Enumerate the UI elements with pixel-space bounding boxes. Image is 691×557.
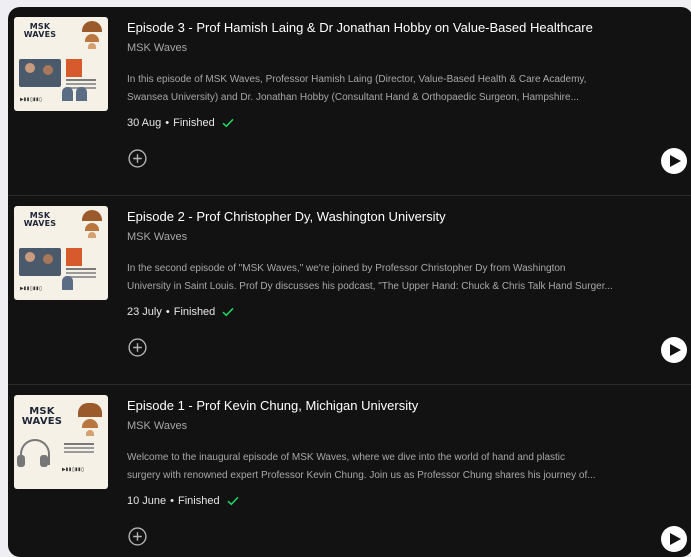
cover-arch-graphic [82, 21, 102, 32]
cover-guest-portraits [62, 276, 102, 292]
check-icon [227, 496, 239, 506]
cover-logo-text: MSK WAVES [21, 406, 63, 427]
cover-waveform: ▶▮▮▯▮▮▯ [62, 466, 84, 473]
episode-title[interactable]: Episode 2 - Prof Christopher Dy, Washing… [127, 209, 446, 224]
cover-logo-text: MSK WAVES [23, 211, 57, 228]
play-button[interactable] [661, 148, 687, 174]
cover-arch-graphic [85, 34, 99, 42]
episode-status: Finished [178, 495, 220, 507]
cover-guest-portraits [62, 87, 102, 103]
meta-separator: • [165, 306, 170, 318]
episode-date: 10 June [127, 495, 167, 507]
cover-text-lines [66, 268, 96, 270]
episode-date: 23 July [127, 306, 162, 318]
description-line: Welcome to the inaugural episode of MSK … [127, 452, 566, 463]
episode-meta: 30 Aug • Finished [127, 117, 234, 129]
description-line: University in Saint Louis. Prof Dy discu… [127, 281, 613, 292]
description-line: In this episode of MSK Waves, Professor … [127, 74, 587, 85]
cover-arch-graphic [85, 223, 99, 231]
description-line: Swansea University) and Dr. Jonathan Hob… [127, 92, 579, 103]
plus-circle-icon[interactable] [128, 527, 147, 546]
episode-meta: 10 June • Finished [127, 495, 239, 507]
cover-text-lines [64, 443, 94, 445]
play-icon [670, 155, 681, 167]
show-name-link[interactable]: MSK Waves [127, 420, 187, 432]
cover-waveform: ▶▮▮▯▮▮▯ [20, 285, 42, 292]
headphones-icon [17, 439, 50, 467]
episode-status: Finished [173, 306, 216, 318]
meta-separator: • [165, 117, 170, 129]
description-line: surgery with renowned expert Professor K… [127, 470, 596, 481]
description-line: In the second episode of "MSK Waves," we… [127, 263, 566, 274]
cover-logo-text: MSK WAVES [23, 22, 57, 39]
episode-description: In this episode of MSK Waves, Professor … [127, 71, 667, 107]
episode-status: Finished [173, 117, 215, 129]
episode-list-panel: MSK WAVES ▶▮▮▯▮▮▯ Episode 3 - Prof Hamis… [8, 7, 691, 557]
check-icon [222, 307, 234, 317]
cover-arch-graphic [82, 210, 102, 221]
play-button[interactable] [661, 337, 687, 363]
check-icon [222, 118, 234, 128]
cover-text-lines [66, 79, 96, 81]
cover-arch-graphic [82, 419, 98, 428]
episode-meta: 23 July • Finished [127, 306, 234, 318]
episode-title[interactable]: Episode 1 - Prof Kevin Chung, Michigan U… [127, 398, 418, 413]
play-icon [670, 533, 681, 545]
play-icon [670, 344, 681, 356]
play-button[interactable] [661, 526, 687, 552]
cover-episode-badge [66, 248, 82, 266]
show-name-link[interactable]: MSK Waves [127, 42, 187, 54]
episode-row[interactable]: MSK WAVES ▶▮▮▯▮▮▯ Episode 2 - Prof Chris… [8, 196, 691, 384]
cover-arch-graphic [88, 43, 96, 49]
cover-arch-graphic [88, 232, 96, 238]
episode-description: In the second episode of "MSK Waves," we… [127, 260, 667, 296]
meta-separator: • [170, 495, 175, 507]
episode-title[interactable]: Episode 3 - Prof Hamish Laing & Dr Jonat… [127, 20, 593, 35]
episode-row[interactable]: MSK WAVES ▶▮▮▯▮▮▯ Episode 1 - Prof Kevin… [8, 385, 691, 557]
cover-arch-graphic [78, 403, 102, 417]
episode-description: Welcome to the inaugural episode of MSK … [127, 449, 667, 485]
cover-waveform: ▶▮▮▯▮▮▯ [20, 96, 42, 103]
plus-circle-icon[interactable] [128, 338, 147, 357]
episode-cover-art[interactable]: MSK WAVES ▶▮▮▯▮▮▯ [14, 206, 108, 300]
cover-episode-badge [66, 59, 82, 77]
cover-guest-photo [19, 59, 61, 87]
episode-cover-art[interactable]: MSK WAVES ▶▮▮▯▮▮▯ [14, 17, 108, 111]
show-name-link[interactable]: MSK Waves [127, 231, 187, 243]
cover-guest-photo [19, 248, 61, 276]
episode-date: 30 Aug [127, 117, 162, 129]
cover-arch-graphic [86, 430, 94, 436]
episode-row[interactable]: MSK WAVES ▶▮▮▯▮▮▯ Episode 3 - Prof Hamis… [8, 7, 691, 195]
plus-circle-icon[interactable] [128, 149, 147, 168]
episode-cover-art[interactable]: MSK WAVES ▶▮▮▯▮▮▯ [14, 395, 108, 489]
